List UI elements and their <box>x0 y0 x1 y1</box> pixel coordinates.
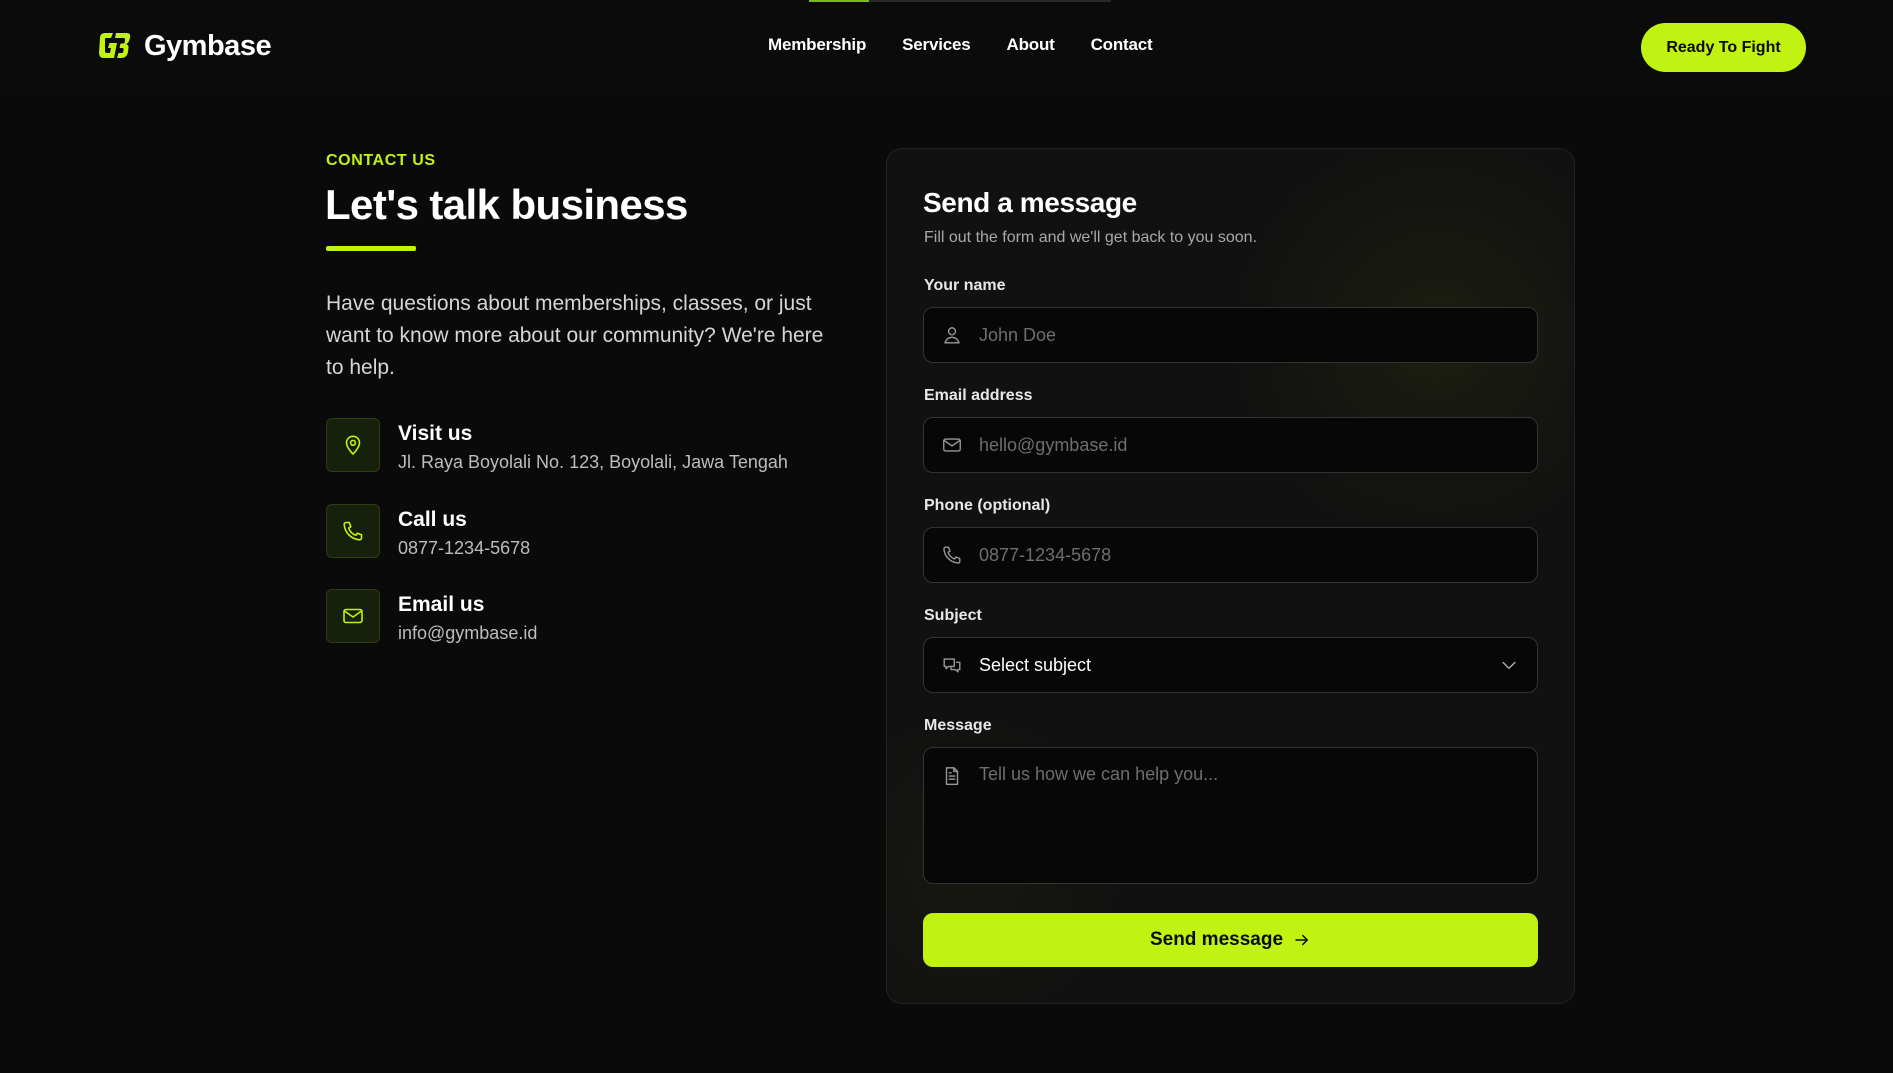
scroll-progress-thumb <box>809 0 869 2</box>
nav-membership[interactable]: Membership <box>768 35 866 55</box>
message-field[interactable] <box>923 747 1538 884</box>
brand-link[interactable]: Gymbase <box>96 28 272 64</box>
form-title: Send a message <box>923 187 1137 218</box>
contact-item-detail: info@gymbase.id <box>398 623 538 643</box>
brand-name: Gymbase <box>144 29 272 62</box>
name-field[interactable] <box>923 307 1538 363</box>
section-eyebrow: CONTACT US <box>326 152 436 169</box>
phone-field[interactable] <box>923 527 1538 583</box>
nav-about[interactable]: About <box>1007 35 1055 55</box>
contact-form-card: Send a message Fill out the form and we'… <box>886 148 1575 1004</box>
file-text-icon <box>945 767 959 785</box>
phone-icon <box>943 546 961 564</box>
nav-contact[interactable]: Contact <box>1091 35 1153 55</box>
site-header: Gymbase Membership Services About Contac… <box>0 0 1893 92</box>
message-label: Message <box>924 717 992 734</box>
contact-item-email: Email us info@gymbase.id <box>326 589 537 644</box>
contact-item-detail: 0877-1234-5678 <box>398 538 531 558</box>
page-title: Let's talk business <box>325 181 688 228</box>
intro-text: Have questions about memberships, classe… <box>326 292 824 379</box>
subject-select[interactable]: Select subject <box>923 637 1538 693</box>
nav-services[interactable]: Services <box>902 35 971 55</box>
scroll-progress-track <box>809 0 1111 2</box>
phone-input[interactable] <box>979 544 1537 566</box>
send-message-button[interactable]: Send message <box>923 913 1538 967</box>
phone-icon <box>326 504 380 558</box>
message-textarea[interactable] <box>979 748 1537 883</box>
email-input[interactable] <box>979 434 1537 456</box>
contact-item-detail: Jl. Raya Boyolali No. 123, Boyolali, Jaw… <box>398 452 788 472</box>
contact-item-call: Call us 0877-1234-5678 <box>326 504 530 559</box>
form-subtitle: Fill out the form and we'll get back to … <box>924 229 1258 246</box>
email-label: Email address <box>924 387 1033 404</box>
title-underline <box>326 246 416 251</box>
user-icon <box>944 327 960 344</box>
gb-logo-icon <box>99 33 131 58</box>
chat-icon <box>943 658 961 673</box>
contact-item-title: Visit us <box>398 422 473 445</box>
name-input[interactable] <box>979 324 1537 346</box>
name-label: Your name <box>924 277 1006 294</box>
ready-to-fight-button[interactable]: Ready To Fight <box>1641 23 1806 72</box>
arrow-right-icon <box>1295 934 1309 946</box>
subject-selected-value: Select subject <box>979 654 1092 675</box>
contact-item-title: Call us <box>398 508 467 531</box>
send-message-label: Send message <box>1149 929 1284 950</box>
chevron-down-icon <box>1502 661 1516 669</box>
contact-item-title: Email us <box>398 593 485 616</box>
email-field[interactable] <box>923 417 1538 473</box>
phone-label: Phone (optional) <box>924 497 1051 514</box>
map-pin-icon <box>326 418 380 472</box>
mail-icon <box>943 438 961 452</box>
contact-item-visit: Visit us Jl. Raya Boyolali No. 123, Boyo… <box>326 418 788 473</box>
main-nav: Membership Services About Contact <box>768 35 1153 55</box>
subject-label: Subject <box>924 607 982 624</box>
mail-icon <box>326 589 380 643</box>
